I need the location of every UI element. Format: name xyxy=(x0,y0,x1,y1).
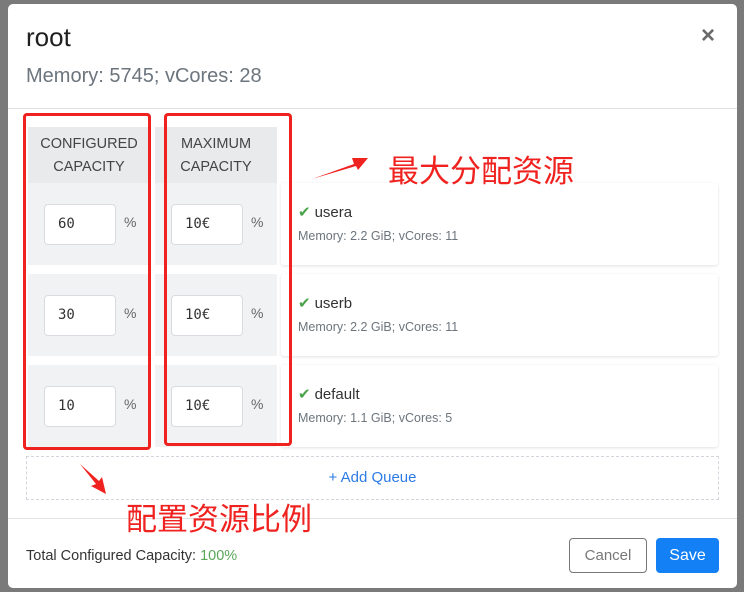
queue-resources: Memory: 1.1 GiB; vCores: 5 xyxy=(298,411,453,425)
arrow-head-down-right xyxy=(80,464,106,494)
queue-card[interactable]: ✔ userb Memory: 2.2 GiB; vCores: 11 xyxy=(281,274,718,356)
total-capacity-value: 100% xyxy=(200,548,238,564)
dialog-header: root Memory: 5745; vCores: 28 × xyxy=(8,4,737,109)
annotation-box-maximum xyxy=(164,113,292,446)
queue-card[interactable]: ✔ default Memory: 1.1 GiB; vCores: 5 xyxy=(281,365,718,447)
save-button[interactable]: Save xyxy=(656,538,719,573)
queue-name: ✔ default xyxy=(298,386,360,403)
annotation-max-label: 最大分配资源 xyxy=(388,154,574,190)
annotation-arrow-icon xyxy=(80,464,106,494)
queue-card[interactable]: ✔ usera Memory: 2.2 GiB; vCores: 11 xyxy=(281,183,718,265)
check-icon: ✔ xyxy=(298,204,311,221)
check-icon: ✔ xyxy=(298,386,311,403)
annotation-box-configured xyxy=(23,113,151,450)
annotation-ratio-label: 配置资源比例 xyxy=(126,502,312,538)
dialog-footer: Total Configured Capacity: 100% Cancel S… xyxy=(8,518,737,588)
total-configured-capacity: Total Configured Capacity: 100% xyxy=(26,548,238,564)
queue-name: ✔ usera xyxy=(298,204,353,221)
queue-name: ✔ userb xyxy=(298,295,353,312)
dialog-subtitle: Memory: 5745; vCores: 28 xyxy=(26,65,262,87)
queue-resources: Memory: 2.2 GiB; vCores: 11 xyxy=(298,229,459,243)
queue-resources: Memory: 2.2 GiB; vCores: 11 xyxy=(298,320,459,334)
close-icon[interactable]: × xyxy=(701,24,715,48)
check-icon: ✔ xyxy=(298,295,311,312)
dialog-title: root xyxy=(26,22,71,52)
annotation-arrow-icon xyxy=(312,158,368,179)
arrow-head-up-right xyxy=(312,158,368,179)
cancel-button[interactable]: Cancel xyxy=(569,538,647,573)
